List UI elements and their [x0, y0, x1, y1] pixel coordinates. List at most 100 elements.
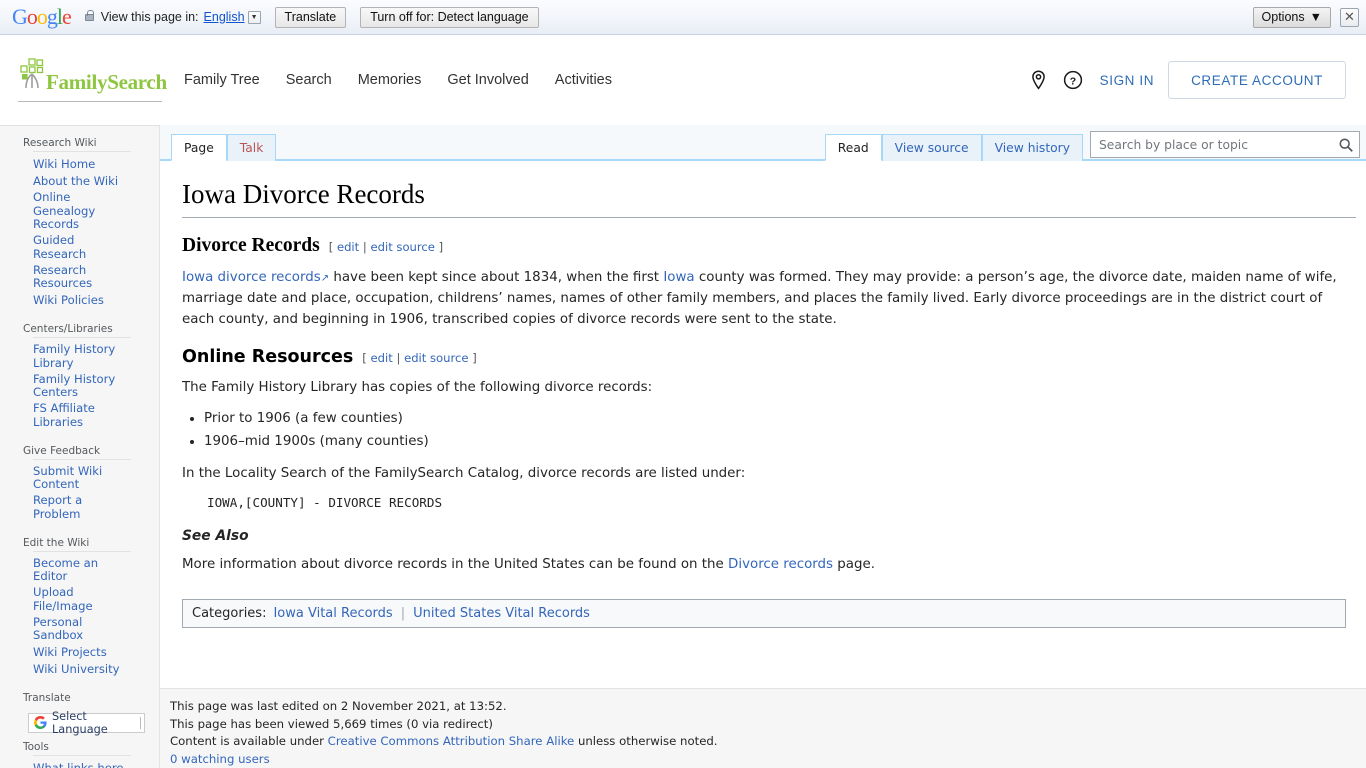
- sidebar-item-family-history-library[interactable]: Family History Library: [33, 342, 131, 370]
- list-item: Research Resources: [33, 263, 131, 293]
- sidebar-group-title: Edit the Wiki: [23, 536, 90, 549]
- sidebar-item-submit-wiki-content[interactable]: Submit Wiki Content: [33, 464, 131, 492]
- categories-label: Categories:: [192, 606, 267, 622]
- sidebar-item-wiki-projects[interactable]: Wiki Projects: [33, 645, 107, 660]
- bracket-close: ]: [472, 350, 477, 365]
- page-shell: Research Wiki Wiki Home About the Wiki O…: [0, 125, 1366, 768]
- search-input[interactable]: [1097, 132, 1335, 157]
- site-header: FamilySearch Family Tree Search Memories…: [0, 35, 1366, 126]
- nav-item-family-tree[interactable]: Family Tree: [184, 72, 260, 88]
- edit-source-link[interactable]: edit source: [404, 351, 468, 365]
- map-pin-icon[interactable]: [1022, 70, 1056, 90]
- tab-read[interactable]: Read: [824, 134, 882, 161]
- sidebar-item-wiki-policies[interactable]: Wiki Policies: [33, 293, 104, 308]
- section-edit-links: [ edit | edit source ]: [362, 351, 476, 365]
- link-divorce-records[interactable]: Divorce records: [728, 557, 833, 572]
- list-item: FS Affiliate Libraries: [33, 401, 131, 431]
- create-account-button[interactable]: CREATE ACCOUNT: [1168, 61, 1346, 99]
- tab-bar: Page Talk Read View source View history: [160, 125, 1366, 161]
- sidebar-item-research-resources[interactable]: Research Resources: [33, 263, 131, 291]
- sidebar-group-title: Centers/Libraries: [23, 323, 113, 335]
- sidebar-item-online-genealogy-records[interactable]: Online Genealogy Records: [33, 190, 131, 232]
- tab-talk[interactable]: Talk: [226, 134, 277, 161]
- link-iowa[interactable]: Iowa: [663, 270, 694, 285]
- list-item: About the Wiki: [33, 173, 131, 190]
- sidebar-item-wiki-home[interactable]: Wiki Home: [33, 157, 95, 172]
- sidebar-item-wiki-university[interactable]: Wiki University: [33, 662, 120, 677]
- sidebar-item-guided-research[interactable]: Guided Research: [33, 233, 131, 261]
- sidebar-item-upload-file-image[interactable]: Upload File/Image: [33, 585, 131, 613]
- translate-options-button[interactable]: Options ▼: [1252, 6, 1331, 28]
- watching-users-link[interactable]: 0 watching users: [170, 752, 270, 766]
- translate-options-label: Options: [1261, 10, 1305, 24]
- pipe-separator: |: [396, 350, 401, 365]
- list-item: Submit Wiki Content: [33, 464, 131, 494]
- tab-view-history[interactable]: View history: [981, 134, 1083, 161]
- nav-item-search[interactable]: Search: [286, 72, 332, 88]
- sidebar-item-fs-affiliate-libraries[interactable]: FS Affiliate Libraries: [33, 401, 131, 429]
- page-title: Iowa Divorce Records: [182, 178, 1356, 218]
- nav-item-get-involved[interactable]: Get Involved: [447, 72, 528, 88]
- search-box[interactable]: [1090, 131, 1360, 158]
- article-body: Iowa Divorce Records Divorce Records [ e…: [160, 178, 1366, 629]
- see-also-heading: See Also: [182, 527, 249, 544]
- list-item: 1906–mid 1900s (many counties): [204, 430, 1356, 453]
- edit-link[interactable]: edit: [337, 240, 359, 254]
- question-circle-icon[interactable]: ?: [1056, 70, 1090, 90]
- section-heading-online-resources: Online Resources [ edit | edit source ]: [182, 347, 1356, 367]
- sidebar-item-personal-sandbox[interactable]: Personal Sandbox: [33, 615, 131, 643]
- nav-item-memories[interactable]: Memories: [358, 72, 422, 88]
- link-iowa-divorce-records[interactable]: Iowa divorce records: [182, 270, 321, 285]
- sidebar-item-become-an-editor[interactable]: Become an Editor: [33, 556, 131, 584]
- select-language-label: Select Language: [52, 710, 108, 736]
- tab-page[interactable]: Page: [171, 134, 227, 161]
- list-item: Wiki Projects: [33, 644, 131, 661]
- bracket-close: ]: [438, 239, 444, 254]
- lock-icon: [84, 9, 94, 21]
- close-icon[interactable]: ✕: [1340, 7, 1359, 27]
- category-iowa-vital-records[interactable]: Iowa Vital Records: [273, 606, 392, 621]
- footer-watchers: 0 watching users: [170, 751, 1366, 768]
- page-footer: This page was last edited on 2 November …: [160, 688, 1366, 768]
- sidebar-group-title: Give Feedback: [23, 444, 101, 457]
- translate-language-value[interactable]: English: [204, 10, 245, 24]
- bracket-open: [: [328, 239, 334, 254]
- svg-text:?: ?: [1069, 75, 1075, 87]
- sign-in-link[interactable]: SIGN IN: [1100, 73, 1154, 88]
- license-link[interactable]: Creative Commons Attribution Share Alike: [328, 734, 575, 748]
- paragraph-online-intro: The Family History Library has copies of…: [182, 379, 653, 395]
- paragraph-divorce-records: Iowa divorce records↗ have been kept sin…: [182, 268, 1350, 330]
- edit-link[interactable]: edit: [371, 351, 393, 365]
- translate-prompt: View this page in:: [100, 10, 199, 24]
- turn-off-translate-button[interactable]: Turn off for: Detect language: [360, 6, 539, 28]
- divider: |: [400, 606, 406, 622]
- sidebar-item-what-links-here[interactable]: What links here: [33, 761, 124, 768]
- edit-source-link[interactable]: edit source: [370, 240, 434, 254]
- see-also-text-a: More information about divorce records i…: [182, 556, 729, 572]
- sidebar-group-give-feedback: Give Feedback Submit Wiki Content Report…: [0, 440, 159, 529]
- sidebar-item-family-history-centers[interactable]: Family History Centers: [33, 372, 131, 400]
- category-united-states-vital-records[interactable]: United States Vital Records: [413, 606, 590, 621]
- list-item: Wiki Home: [33, 156, 131, 173]
- sidebar-group-centers-libraries: Centers/Libraries Family History Library…: [0, 318, 159, 437]
- footer-license-text-a: Content is available under: [170, 734, 328, 748]
- sidebar-group-translate: Translate Select Language: [0, 687, 159, 736]
- translate-language-selector[interactable]: English ▼: [204, 10, 261, 24]
- paragraph-text-a: have been kept since about 1834, when th…: [329, 269, 664, 285]
- section-heading-divorce-records: Divorce Records [ edit | edit source ]: [182, 235, 1356, 257]
- sidebar-item-about-the-wiki[interactable]: About the Wiki: [33, 174, 118, 189]
- chevron-down-icon[interactable]: ▼: [247, 10, 261, 24]
- namespace-tabs: Page Talk: [171, 133, 277, 161]
- sidebar-group-tools: Tools What links here Related changes: [0, 736, 159, 768]
- familysearch-logo[interactable]: FamilySearch: [18, 57, 167, 102]
- search-icon[interactable]: [1339, 137, 1353, 152]
- section-heading-text: Divorce Records: [182, 234, 320, 256]
- select-language-dropdown[interactable]: Select Language: [28, 710, 145, 736]
- sidebar-item-report-a-problem[interactable]: Report a Problem: [33, 493, 131, 521]
- nav-item-activities[interactable]: Activities: [555, 72, 612, 88]
- google-g-icon: [34, 715, 47, 731]
- tab-view-source[interactable]: View source: [881, 134, 982, 161]
- list-item: Personal Sandbox: [33, 615, 131, 645]
- translate-button[interactable]: Translate: [274, 6, 347, 28]
- list-item: Family History Library: [33, 342, 131, 372]
